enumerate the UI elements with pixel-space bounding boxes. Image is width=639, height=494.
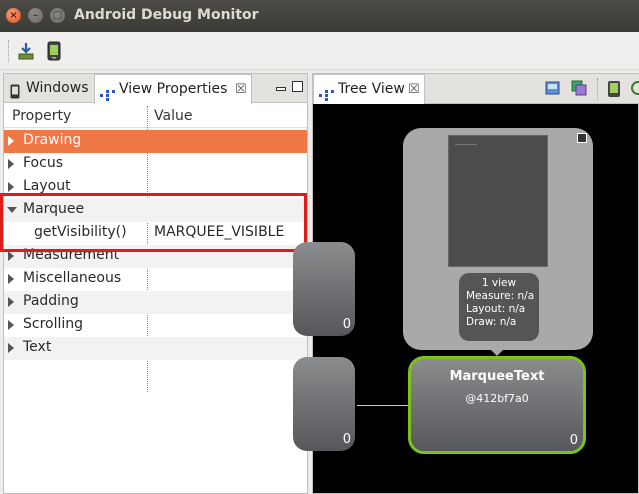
column-header-value[interactable]: Value xyxy=(154,108,192,124)
property-row-scrolling[interactable]: Scrolling xyxy=(4,314,307,337)
refresh-icon[interactable] xyxy=(630,80,639,100)
expand-arrow-icon[interactable] xyxy=(8,320,14,330)
tab-windows-label: Windows xyxy=(26,80,89,96)
tree-node-marqueetext[interactable]: MarqueeText @412bf7a0 0 xyxy=(408,356,586,454)
popup-pointer xyxy=(489,348,505,356)
close-window-button[interactable]: × xyxy=(6,8,21,23)
property-row-drawing[interactable]: Drawing xyxy=(4,130,307,153)
tab-windows[interactable]: Windows xyxy=(4,74,94,103)
toolbar-separator xyxy=(597,78,599,100)
close-tab-icon[interactable]: ☒ xyxy=(408,75,420,104)
right-tab-strip: Tree View ☒ xyxy=(313,74,639,104)
hierarchy-icon xyxy=(319,83,335,112)
tree-node-partial[interactable]: 0 xyxy=(293,357,355,451)
toolbar-grip xyxy=(8,40,10,62)
column-header-property[interactable]: Property xyxy=(12,108,71,124)
node-preview-popup: 1 view Measure: n/a Layout: n/a Draw: n/… xyxy=(403,128,593,350)
layout-time: Layout: n/a xyxy=(466,303,526,315)
node-id: @412bf7a0 xyxy=(465,392,529,405)
title-bar: × – □ Android Debug Monitor xyxy=(0,0,639,32)
property-name: Layout xyxy=(23,178,71,194)
main-toolbar xyxy=(0,32,639,70)
node-count: 0 xyxy=(569,433,578,448)
highlight-box xyxy=(0,193,307,252)
property-name: Miscellaneous xyxy=(23,270,122,286)
left-tab-strip: Windows View Properties ☒ xyxy=(4,74,307,104)
expand-arrow-icon[interactable] xyxy=(8,274,14,284)
tree-view-panel: Tree View ☒ 0 0 1 view Measure: n/a Layo… xyxy=(293,73,639,494)
save-png-icon[interactable] xyxy=(545,80,563,100)
view-count: 1 view xyxy=(481,277,517,289)
property-row-miscellaneous[interactable]: Miscellaneous xyxy=(4,268,307,291)
property-row-padding[interactable]: Padding xyxy=(4,291,307,314)
node-stats-tooltip: 1 view Measure: n/a Layout: n/a Draw: n/… xyxy=(459,273,539,341)
popup-toggle-icon[interactable] xyxy=(577,133,587,143)
android-device-icon[interactable] xyxy=(45,41,63,61)
close-tab-icon[interactable]: ☒ xyxy=(235,75,247,104)
property-name: Focus xyxy=(23,155,63,171)
draw-time: Draw: n/a xyxy=(466,316,517,328)
minimize-panel-icon[interactable] xyxy=(276,87,286,91)
property-name: Text xyxy=(23,339,52,355)
tab-view-properties[interactable]: View Properties ☒ xyxy=(94,74,252,104)
expand-arrow-icon[interactable] xyxy=(8,343,14,353)
property-name: Scrolling xyxy=(23,316,84,332)
expand-arrow-icon[interactable] xyxy=(8,297,14,307)
expand-arrow-icon[interactable] xyxy=(8,251,14,261)
view-properties-panel: Windows View Properties ☒ Property Value… xyxy=(3,73,308,494)
node-title: MarqueeText xyxy=(449,369,545,384)
view-preview-image xyxy=(448,135,548,267)
property-name: Padding xyxy=(23,293,79,309)
node-count: 0 xyxy=(342,317,351,332)
properties-table-header: Property Value xyxy=(4,106,307,128)
expand-arrow-icon[interactable] xyxy=(8,136,14,146)
tree-connector-line xyxy=(357,405,409,406)
measure-time: Measure: n/a xyxy=(466,290,535,302)
minimize-window-button[interactable]: – xyxy=(28,8,43,23)
download-icon[interactable] xyxy=(17,41,35,61)
node-count: 0 xyxy=(342,432,351,447)
maximize-window-button[interactable]: □ xyxy=(50,8,65,23)
expand-arrow-icon[interactable] xyxy=(8,159,14,169)
window-title: Android Debug Monitor xyxy=(74,7,259,23)
property-row-focus[interactable]: Focus xyxy=(4,153,307,176)
android-device-icon[interactable] xyxy=(607,80,625,100)
property-row-text[interactable]: Text xyxy=(4,337,307,360)
tab-view-properties-label: View Properties xyxy=(119,81,228,97)
expand-arrow-icon[interactable] xyxy=(8,182,14,192)
layers-icon[interactable] xyxy=(571,80,589,100)
maximize-panel-icon[interactable] xyxy=(292,81,303,92)
tab-tree-view-label: Tree View xyxy=(338,81,405,97)
property-name: Drawing xyxy=(23,132,82,148)
tab-tree-view[interactable]: Tree View ☒ xyxy=(313,74,425,104)
tree-node-partial[interactable]: 0 xyxy=(293,242,355,336)
